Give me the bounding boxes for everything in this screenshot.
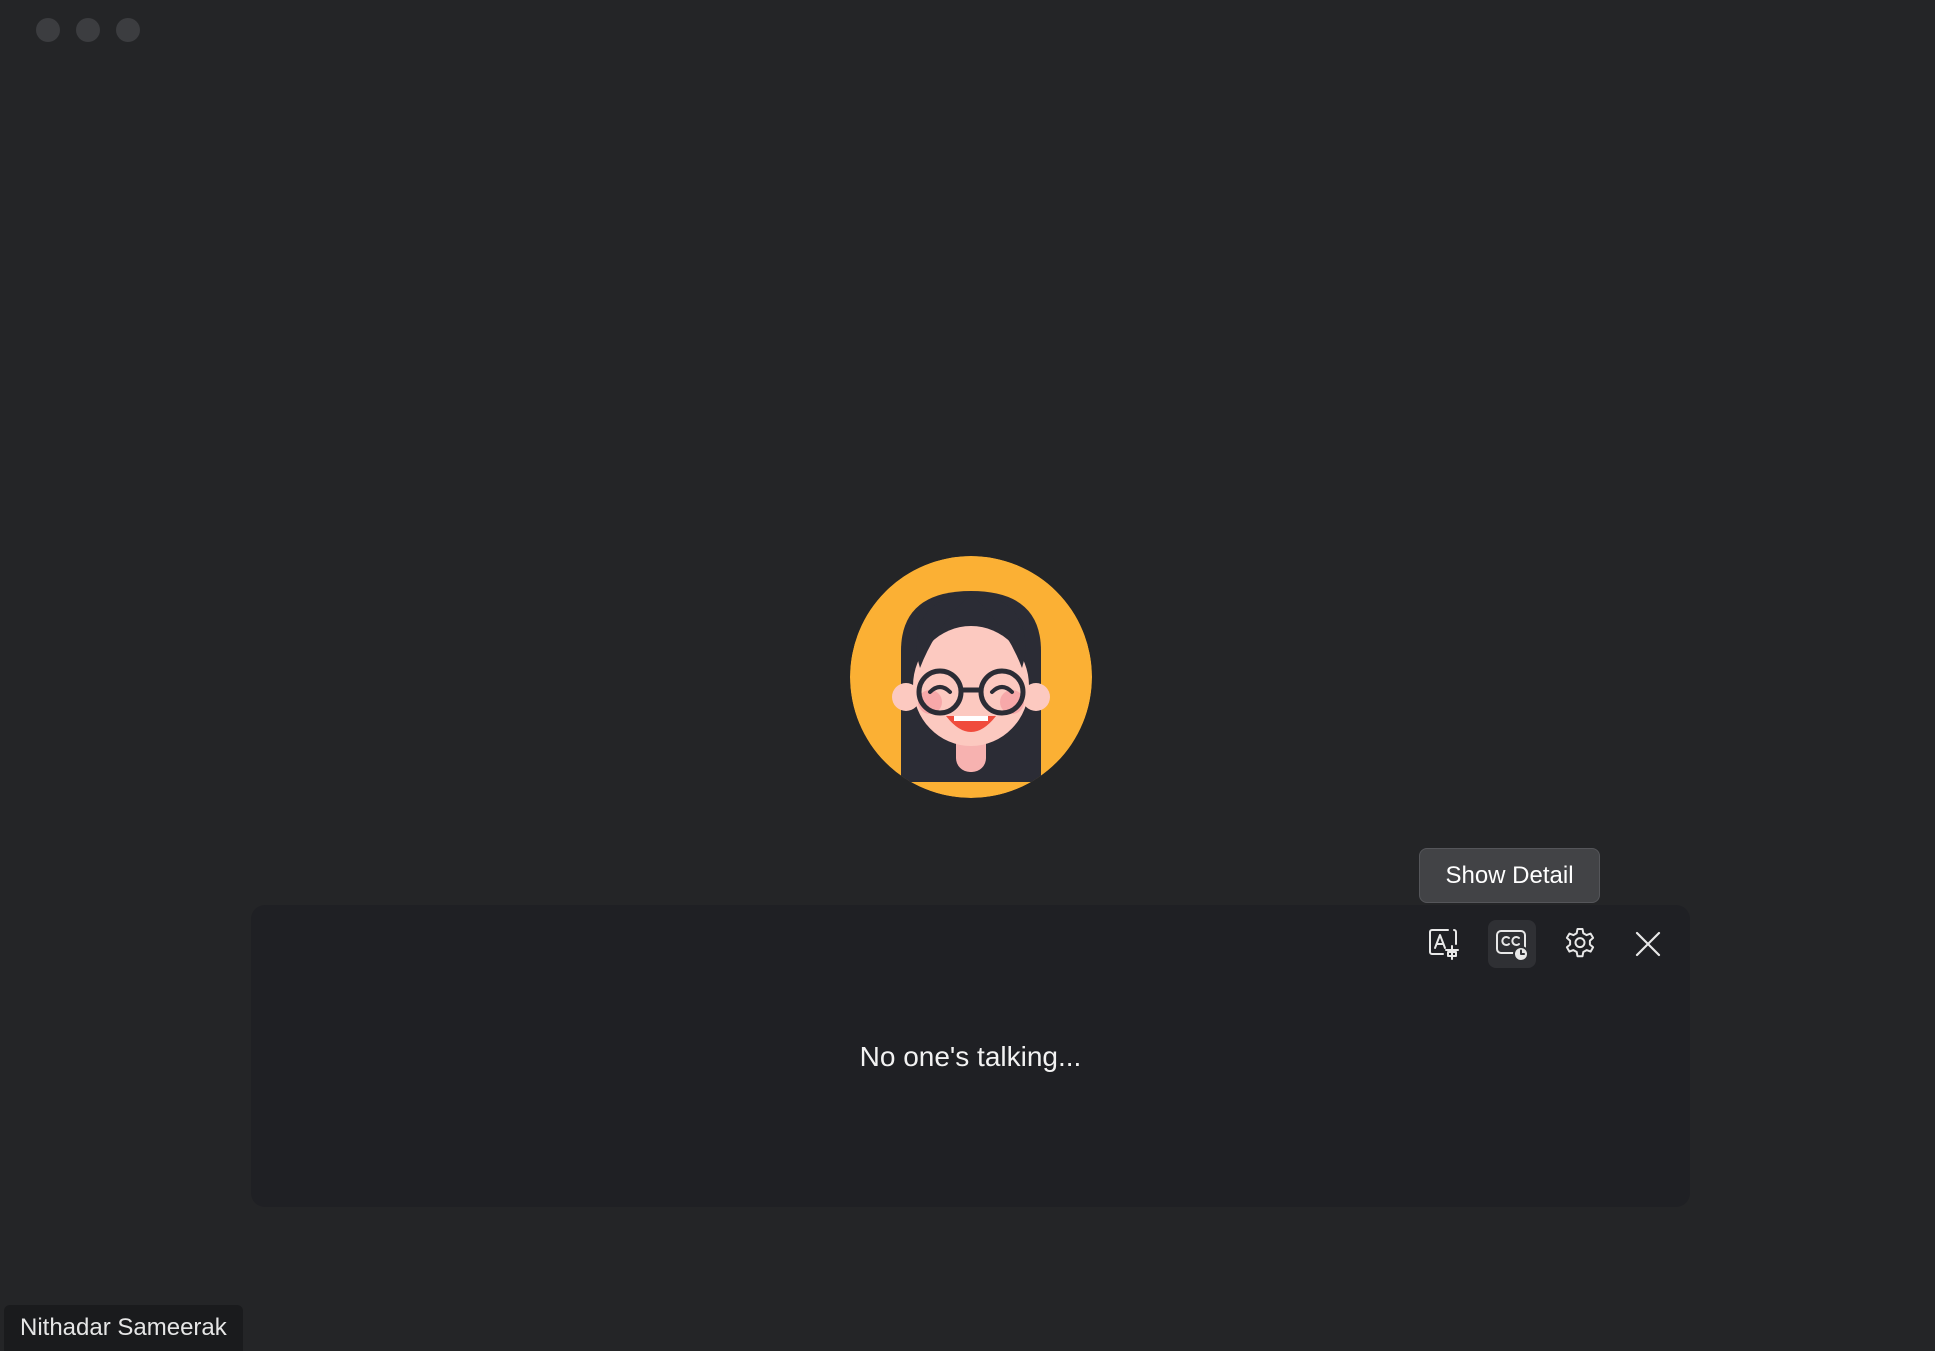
settings-button[interactable]: [1556, 920, 1604, 968]
captions-panel: No one's talking...: [251, 905, 1690, 1207]
show-detail-tooltip: Show Detail: [1419, 848, 1600, 903]
translate-icon: [1429, 929, 1459, 960]
meeting-window: Show Detail No one's talking... Nithadar…: [0, 0, 1935, 1351]
zoom-window-button[interactable]: [116, 18, 140, 42]
participant-avatar: [850, 556, 1092, 798]
gear-icon: [1565, 928, 1595, 958]
caption-history-icon: [1496, 930, 1529, 962]
translate-button[interactable]: [1420, 920, 1468, 968]
window-controls: [36, 18, 140, 42]
minimize-window-button[interactable]: [76, 18, 100, 42]
tooltip-text: Show Detail: [1445, 861, 1574, 889]
caption-status-text: No one's talking...: [859, 1041, 1082, 1072]
participant-name: Nithadar Sameerak: [20, 1314, 227, 1341]
caption-history-button[interactable]: [1488, 920, 1536, 968]
close-icon: [1635, 931, 1661, 957]
participant-name-tag: Nithadar Sameerak: [4, 1305, 243, 1351]
close-captions-button[interactable]: [1624, 920, 1672, 968]
close-window-button[interactable]: [36, 18, 60, 42]
captions-toolbar: [1420, 920, 1672, 968]
